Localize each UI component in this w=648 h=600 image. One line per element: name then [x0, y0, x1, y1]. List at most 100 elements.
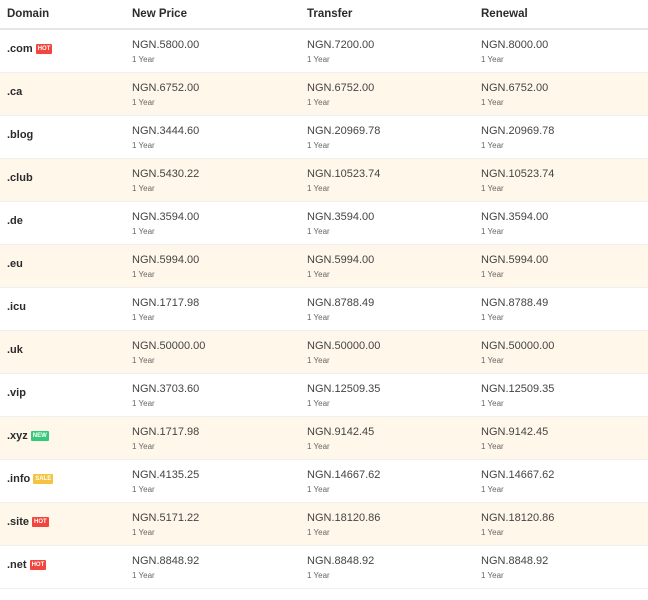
renewal-term: 1 Year — [481, 442, 504, 451]
new-price-term: 1 Year — [132, 227, 155, 236]
transfer-cell: NGN.6752.00 1 Year — [307, 73, 481, 108]
hot-badge: HOT — [32, 517, 49, 527]
transfer-term: 1 Year — [307, 356, 330, 365]
table-row: .eu NGN.5994.00 1 Year NGN.5994.00 1 Year NGN… — [0, 245, 648, 288]
renewal-term: 1 Year — [481, 98, 504, 107]
new-price: NGN.1717.98 — [132, 426, 200, 438]
domain-cell: .club — [0, 159, 132, 186]
renewal-cell: NGN.5994.00 1 Year — [481, 245, 648, 280]
renewal-term: 1 Year — [481, 356, 504, 365]
transfer-price: NGN.12509.35 — [307, 383, 381, 395]
transfer-price: NGN.14667.62 — [307, 469, 381, 481]
renewal-term: 1 Year — [481, 313, 504, 322]
new-price: NGN.5430.22 — [132, 168, 200, 180]
domain-extension: .site HOT — [7, 516, 49, 528]
domain-extension: .ca — [7, 86, 22, 98]
domain-extension: .de — [7, 215, 23, 227]
renewal-cell: NGN.8788.49 1 Year — [481, 288, 648, 323]
new-price-term: 1 Year — [132, 313, 155, 322]
domain-extension: .club — [7, 172, 33, 184]
header-domain: Domain — [7, 8, 50, 20]
renewal-price: NGN.5994.00 — [481, 254, 549, 266]
new-price-cell: NGN.3594.00 1 Year — [132, 202, 307, 237]
transfer-price: NGN.7200.00 — [307, 39, 375, 51]
new-price-cell: NGN.3444.60 1 Year — [132, 116, 307, 151]
new-price: NGN.3703.60 — [132, 383, 200, 395]
renewal-term: 1 Year — [481, 485, 504, 494]
renewal-price: NGN.8788.49 — [481, 297, 549, 309]
domain-cell: .eu — [0, 245, 132, 272]
renewal-cell: NGN.18120.86 1 Year — [481, 503, 648, 538]
new-price: NGN.8848.92 — [132, 555, 200, 567]
renewal-cell: NGN.20969.78 1 Year — [481, 116, 648, 151]
header-transfer: Transfer — [307, 8, 353, 20]
transfer-price: NGN.20969.78 — [307, 125, 381, 137]
domain-name: .net — [7, 559, 27, 571]
transfer-term: 1 Year — [307, 485, 330, 494]
domain-cell: .site HOT — [0, 503, 132, 530]
transfer-term: 1 Year — [307, 313, 330, 322]
table-row: .xyz NEW NGN.1717.98 1 Year NGN.9142.45 1 Yea… — [0, 417, 648, 460]
new-price: NGN.5994.00 — [132, 254, 200, 266]
transfer-cell: NGN.7200.00 1 Year — [307, 30, 481, 65]
renewal-price: NGN.6752.00 — [481, 82, 549, 94]
new-price: NGN.1717.98 — [132, 297, 200, 309]
table-row: .net HOT NGN.8848.92 1 Year NGN.8848.92 1 Yea… — [0, 546, 648, 589]
transfer-cell: NGN.8788.49 1 Year — [307, 288, 481, 323]
renewal-cell: NGN.3594.00 1 Year — [481, 202, 648, 237]
domain-extension: .com HOT — [7, 43, 53, 55]
renewal-price: NGN.10523.74 — [481, 168, 555, 180]
new-price: NGN.50000.00 — [132, 340, 206, 352]
new-price-term: 1 Year — [132, 399, 155, 408]
new-price-cell: NGN.5994.00 1 Year — [132, 245, 307, 280]
renewal-cell: NGN.6752.00 1 Year — [481, 73, 648, 108]
domain-extension: .uk — [7, 344, 23, 356]
new-price-term: 1 Year — [132, 485, 155, 494]
renewal-cell: NGN.8000.00 1 Year — [481, 30, 648, 65]
transfer-term: 1 Year — [307, 55, 330, 64]
renewal-term: 1 Year — [481, 399, 504, 408]
new-price-term: 1 Year — [132, 98, 155, 107]
new-price-cell: NGN.50000.00 1 Year — [132, 331, 307, 366]
domain-cell: .ca — [0, 73, 132, 100]
renewal-cell: NGN.12509.35 1 Year — [481, 374, 648, 409]
new-price: NGN.3594.00 — [132, 211, 200, 223]
domain-extension: .info SALE — [7, 473, 54, 485]
domain-name: .blog — [7, 129, 34, 141]
transfer-price: NGN.3594.00 — [307, 211, 375, 223]
new-price: NGN.5800.00 — [132, 39, 200, 51]
transfer-term: 1 Year — [307, 184, 330, 193]
transfer-price: NGN.50000.00 — [307, 340, 381, 352]
transfer-term: 1 Year — [307, 98, 330, 107]
header-renewal: Renewal — [481, 8, 528, 20]
new-price-term: 1 Year — [132, 442, 155, 451]
new-price-term: 1 Year — [132, 55, 155, 64]
transfer-cell: NGN.18120.86 1 Year — [307, 503, 481, 538]
renewal-price: NGN.12509.35 — [481, 383, 555, 395]
transfer-price: NGN.8848.92 — [307, 555, 375, 567]
table-row: .site HOT NGN.5171.22 1 Year NGN.18120.86 1 Y… — [0, 503, 648, 546]
domain-name: .de — [7, 215, 23, 227]
renewal-term: 1 Year — [481, 55, 504, 64]
new-price-cell: NGN.1717.98 1 Year — [132, 288, 307, 323]
table-header: Domain New Price Transfer Renewal — [0, 0, 648, 30]
transfer-term: 1 Year — [307, 571, 330, 580]
table-row: .de NGN.3594.00 1 Year NGN.3594.00 1 Year NGN… — [0, 202, 648, 245]
transfer-price: NGN.5994.00 — [307, 254, 375, 266]
domain-cell: .net HOT — [0, 546, 132, 573]
domain-cell: .blog — [0, 116, 132, 143]
transfer-price: NGN.18120.86 — [307, 512, 381, 524]
domain-name: .uk — [7, 344, 23, 356]
domain-name: .site — [7, 516, 30, 528]
renewal-term: 1 Year — [481, 227, 504, 236]
renewal-term: 1 Year — [481, 141, 504, 150]
domain-cell: .vip — [0, 374, 132, 401]
new-price-cell: NGN.1717.98 1 Year — [132, 417, 307, 452]
domain-name: .club — [7, 172, 33, 184]
domain-name: .xyz — [7, 430, 28, 442]
renewal-price: NGN.50000.00 — [481, 340, 555, 352]
renewal-term: 1 Year — [481, 571, 504, 580]
renewal-price: NGN.14667.62 — [481, 469, 555, 481]
table-row: .info SALE NGN.4135.25 1 Year NGN.14667.62 1 … — [0, 460, 648, 503]
transfer-cell: NGN.20969.78 1 Year — [307, 116, 481, 151]
